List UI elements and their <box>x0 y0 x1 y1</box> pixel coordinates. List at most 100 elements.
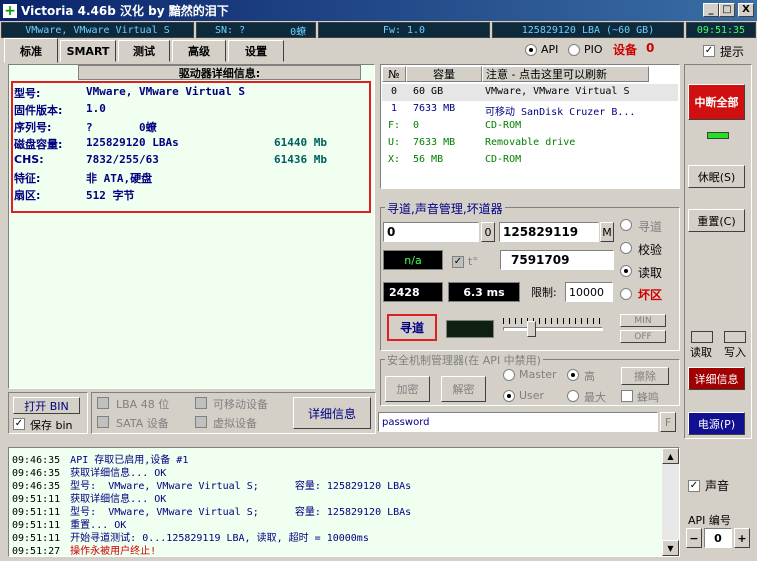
tab-settings[interactable]: 设置 <box>228 40 284 62</box>
speed-display: 2428 <box>383 282 443 302</box>
limit-input[interactable]: 10000 <box>565 282 613 302</box>
title-bar[interactable]: + Victoria 4.46b 汉化 by 黯然的泪下 <box>0 0 757 21</box>
break-all-button[interactable]: 中断全部 <box>688 84 745 120</box>
user-radio[interactable] <box>503 390 515 402</box>
end-lba-input[interactable]: 125829119 <box>499 222 599 242</box>
removable-checkbox <box>195 397 207 409</box>
drive-row[interactable]: 1 7633 MB 可移动 SanDisk Cruzer B... <box>382 101 678 118</box>
off-button[interactable]: OFF <box>620 330 666 343</box>
info-val-chs: 7832/255/63 <box>86 153 159 166</box>
erase-button[interactable]: 擦除 <box>621 367 669 385</box>
drive-table[interactable]: № 容量 注意 - 点击这里可以刷新 0 60 GB VMware, VMwar… <box>380 64 680 189</box>
activity-led <box>707 132 729 139</box>
api-plus-button[interactable]: + <box>734 528 750 548</box>
volume-slider[interactable] <box>503 318 603 338</box>
min-button[interactable]: MIN <box>620 314 666 327</box>
drive-cap: 7633 MB <box>413 103 456 114</box>
col-note[interactable]: 注意 - 点击这里可以刷新 <box>482 66 649 82</box>
drive-num: 0 <box>391 86 398 97</box>
scroll-down-icon[interactable]: ▼ <box>662 540 679 556</box>
info-val-firmware: 1.0 <box>86 102 106 115</box>
beep-checkbox[interactable] <box>621 390 633 402</box>
mode-bad-label: 坏区 <box>638 288 663 302</box>
minimize-button[interactable]: _ <box>703 3 719 17</box>
max-radio[interactable] <box>567 390 579 402</box>
removable-label: 可移动设备 <box>213 398 268 411</box>
hint-checkbox[interactable]: ✓ <box>703 45 715 57</box>
encrypt-button[interactable]: 加密 <box>385 376 430 402</box>
api-number-input[interactable]: 0 <box>704 528 732 548</box>
mode-read-radio[interactable] <box>620 265 632 277</box>
start-lba-button[interactable]: 0 <box>481 222 495 242</box>
security-title: 安全机制管理器(在 API 中禁用) <box>385 352 543 368</box>
drive-num: F: <box>388 120 401 131</box>
mode-bad-radio[interactable] <box>620 288 632 300</box>
status-sn-label: SN: ? <box>215 24 246 36</box>
current-lba-field: 7591709 <box>500 250 614 270</box>
info-key-chs: CHS: <box>14 153 44 166</box>
lba48-checkbox <box>97 397 109 409</box>
drive-cap: 60 GB <box>413 86 444 97</box>
decrypt-button[interactable]: 解密 <box>441 376 486 402</box>
tab-smart[interactable]: SMART <box>60 40 116 62</box>
temp-label: t° <box>468 255 478 268</box>
end-lba-button[interactable]: M <box>600 222 614 242</box>
virtual-checkbox <box>195 416 207 428</box>
info-val-sector: 512 字节 <box>86 189 135 202</box>
mode-verify-label: 校验 <box>638 243 663 257</box>
mode-read-label: 读取 <box>638 266 663 280</box>
drive-note: VMware, VMware Virtual S <box>485 86 630 97</box>
drive-row[interactable]: 0 60 GB VMware, VMware Virtual S <box>382 84 678 101</box>
power-button[interactable]: 电源(P) <box>688 412 745 435</box>
tab-advanced[interactable]: 高级 <box>172 40 226 62</box>
status-sn: SN: ? 0蟟 <box>196 22 316 38</box>
side-detail-button[interactable]: 详细信息 <box>688 367 745 390</box>
access-time-display: 6.3 ms <box>448 282 520 302</box>
mode-verify-radio[interactable] <box>620 242 632 254</box>
drive-cap: 7633 MB <box>413 137 456 148</box>
password-input[interactable]: password <box>378 412 658 432</box>
info-key-model: 型号: <box>14 87 41 100</box>
tab-standard[interactable]: 标准 <box>4 38 58 63</box>
high-radio[interactable] <box>567 369 579 381</box>
detail-info-button[interactable]: 详细信息 <box>293 397 371 429</box>
drive-row[interactable]: X: 56 MB CD-ROM <box>382 152 678 169</box>
reset-button[interactable]: 重置(C) <box>688 209 745 232</box>
save-bin-label: 保存 bin <box>30 419 73 432</box>
pio-radio[interactable] <box>568 44 580 56</box>
sound-checkbox[interactable]: ✓ <box>688 480 700 492</box>
hint-label: 提示 <box>720 45 745 59</box>
beep-label: 蜂鸣 <box>637 391 659 404</box>
status-clock: 09:51:35 <box>686 22 756 38</box>
status-model: VMware, VMware Virtual S <box>1 22 194 38</box>
open-bin-button[interactable]: 打开 BIN <box>13 397 80 414</box>
col-number[interactable]: № <box>382 66 406 82</box>
close-button[interactable]: X <box>738 3 754 17</box>
virtual-label: 虚拟设备 <box>213 417 257 430</box>
seek-button[interactable]: 寻道 <box>387 314 437 341</box>
high-label: 高 <box>584 370 595 383</box>
scroll-up-icon[interactable]: ▲ <box>662 448 679 464</box>
temp-checkbox[interactable]: ✓ <box>452 256 464 268</box>
limit-label: 限制: <box>531 286 557 299</box>
drive-row[interactable]: U: 7633 MB Removable drive <box>382 135 678 152</box>
start-lba-input[interactable]: 0 <box>383 222 479 242</box>
volume-thumb[interactable] <box>527 321 536 337</box>
drive-info-header: 驱动器详细信息: <box>78 65 361 80</box>
tab-test[interactable]: 测试 <box>118 40 170 62</box>
password-f-button[interactable]: F <box>660 412 676 432</box>
save-bin-checkbox[interactable]: ✓ <box>13 418 25 430</box>
log-scrollbar[interactable]: ▲ ▼ <box>662 448 679 556</box>
col-capacity[interactable]: 容量 <box>406 66 482 82</box>
drive-row[interactable]: F: 0 CD-ROM <box>382 118 678 135</box>
mode-seek-radio[interactable] <box>620 219 632 231</box>
master-radio[interactable] <box>503 369 515 381</box>
sleep-button[interactable]: 休眠(S) <box>688 165 745 188</box>
api-minus-button[interactable]: − <box>686 528 702 548</box>
info-val-capacity: 125829120 LBAs <box>86 136 179 149</box>
drive-cap: 0 <box>413 120 420 131</box>
api-label: API <box>541 43 559 56</box>
api-radio[interactable] <box>525 44 537 56</box>
api-number-label: API 编号 <box>688 514 731 527</box>
maximize-button[interactable]: □ <box>719 3 735 17</box>
